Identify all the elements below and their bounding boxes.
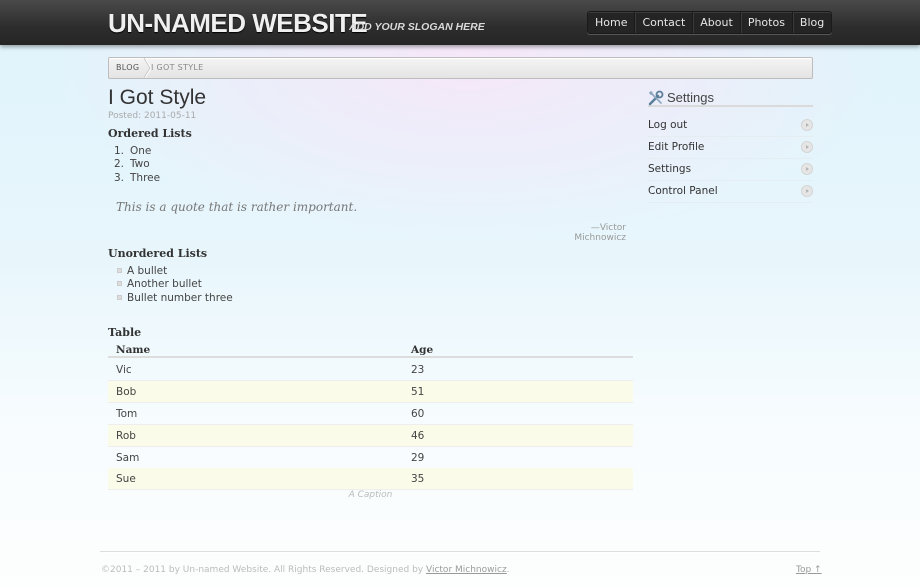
breadcrumb-current: I GOT STYLE	[151, 63, 204, 72]
arrow-right-icon	[801, 185, 813, 197]
table-row: Bob 51	[108, 381, 633, 403]
arrow-right-icon	[801, 119, 813, 131]
footer-divider	[100, 551, 820, 553]
ordered-list-item: 1. One	[114, 145, 152, 157]
unordered-list-item: Bullet number three	[117, 292, 233, 304]
arrow-right-icon	[801, 163, 813, 175]
nav-home[interactable]: Home	[588, 12, 636, 33]
ordered-list-item: 2. Two	[114, 158, 150, 170]
unordered-list-item: Another bullet	[117, 278, 202, 290]
arrow-right-icon	[801, 141, 813, 153]
main-nav: Home Contact About Photos Blog	[587, 11, 833, 34]
sidebar-item-edit-profile[interactable]: Edit Profile	[648, 137, 813, 159]
nav-blog[interactable]: Blog	[793, 12, 831, 33]
table-row: Vic 23	[108, 359, 633, 381]
table-row: Sam 29	[108, 447, 633, 469]
breadcrumb-blog[interactable]: BLOG	[116, 58, 139, 78]
post-date: Posted: 2011-05-11	[108, 111, 197, 121]
site-title[interactable]: UN-NAMED WEBSITE	[108, 8, 368, 39]
breadcrumb: BLOG I GOT STYLE	[108, 57, 813, 79]
unordered-list-heading: Unordered Lists	[108, 247, 208, 260]
bullet-icon	[117, 295, 122, 300]
ordered-list-item: 3. Three	[114, 172, 161, 184]
table-row: Rob 46	[108, 425, 633, 447]
page-title: I Got Style	[108, 86, 207, 109]
header-bar: UN-NAMED WEBSITE ADD YOUR SLOGAN HERE Ho…	[0, 0, 920, 45]
table-row: Tom 60	[108, 403, 633, 425]
table-header-row: Name Age	[108, 343, 633, 358]
back-to-top-link[interactable]: Top ↑	[796, 565, 822, 575]
site-slogan: ADD YOUR SLOGAN HERE	[349, 21, 485, 33]
bullet-icon	[117, 281, 122, 286]
bullet-icon	[117, 268, 122, 273]
tools-icon	[648, 90, 664, 106]
table-caption: A Caption	[348, 490, 393, 500]
nav-photos[interactable]: Photos	[741, 12, 793, 33]
quote-citation: —Victor Michnowicz	[574, 223, 626, 243]
designer-link[interactable]: Victor Michnowicz	[426, 565, 507, 575]
column-header-name: Name	[116, 344, 151, 356]
table-heading: Table	[108, 326, 142, 339]
nav-about[interactable]: About	[693, 12, 741, 33]
ordered-list-heading: Ordered Lists	[108, 127, 192, 140]
sidebar-title: Settings	[667, 90, 714, 105]
unordered-list-item: A bullet	[117, 265, 167, 277]
sidebar-heading: Settings	[648, 89, 813, 107]
column-header-age: Age	[411, 344, 434, 356]
nav-contact[interactable]: Contact	[635, 12, 694, 33]
sidebar-item-log-out[interactable]: Log out	[648, 115, 813, 137]
table-row: Sue 35	[108, 468, 633, 490]
sidebar-item-settings[interactable]: Settings	[648, 159, 813, 181]
blockquote: This is a quote that is rather important…	[116, 200, 358, 214]
sidebar-item-control-panel[interactable]: Control Panel	[648, 181, 813, 203]
footer-copyright: ©2011 – 2011 by Un-named Website. All Ri…	[101, 565, 510, 575]
